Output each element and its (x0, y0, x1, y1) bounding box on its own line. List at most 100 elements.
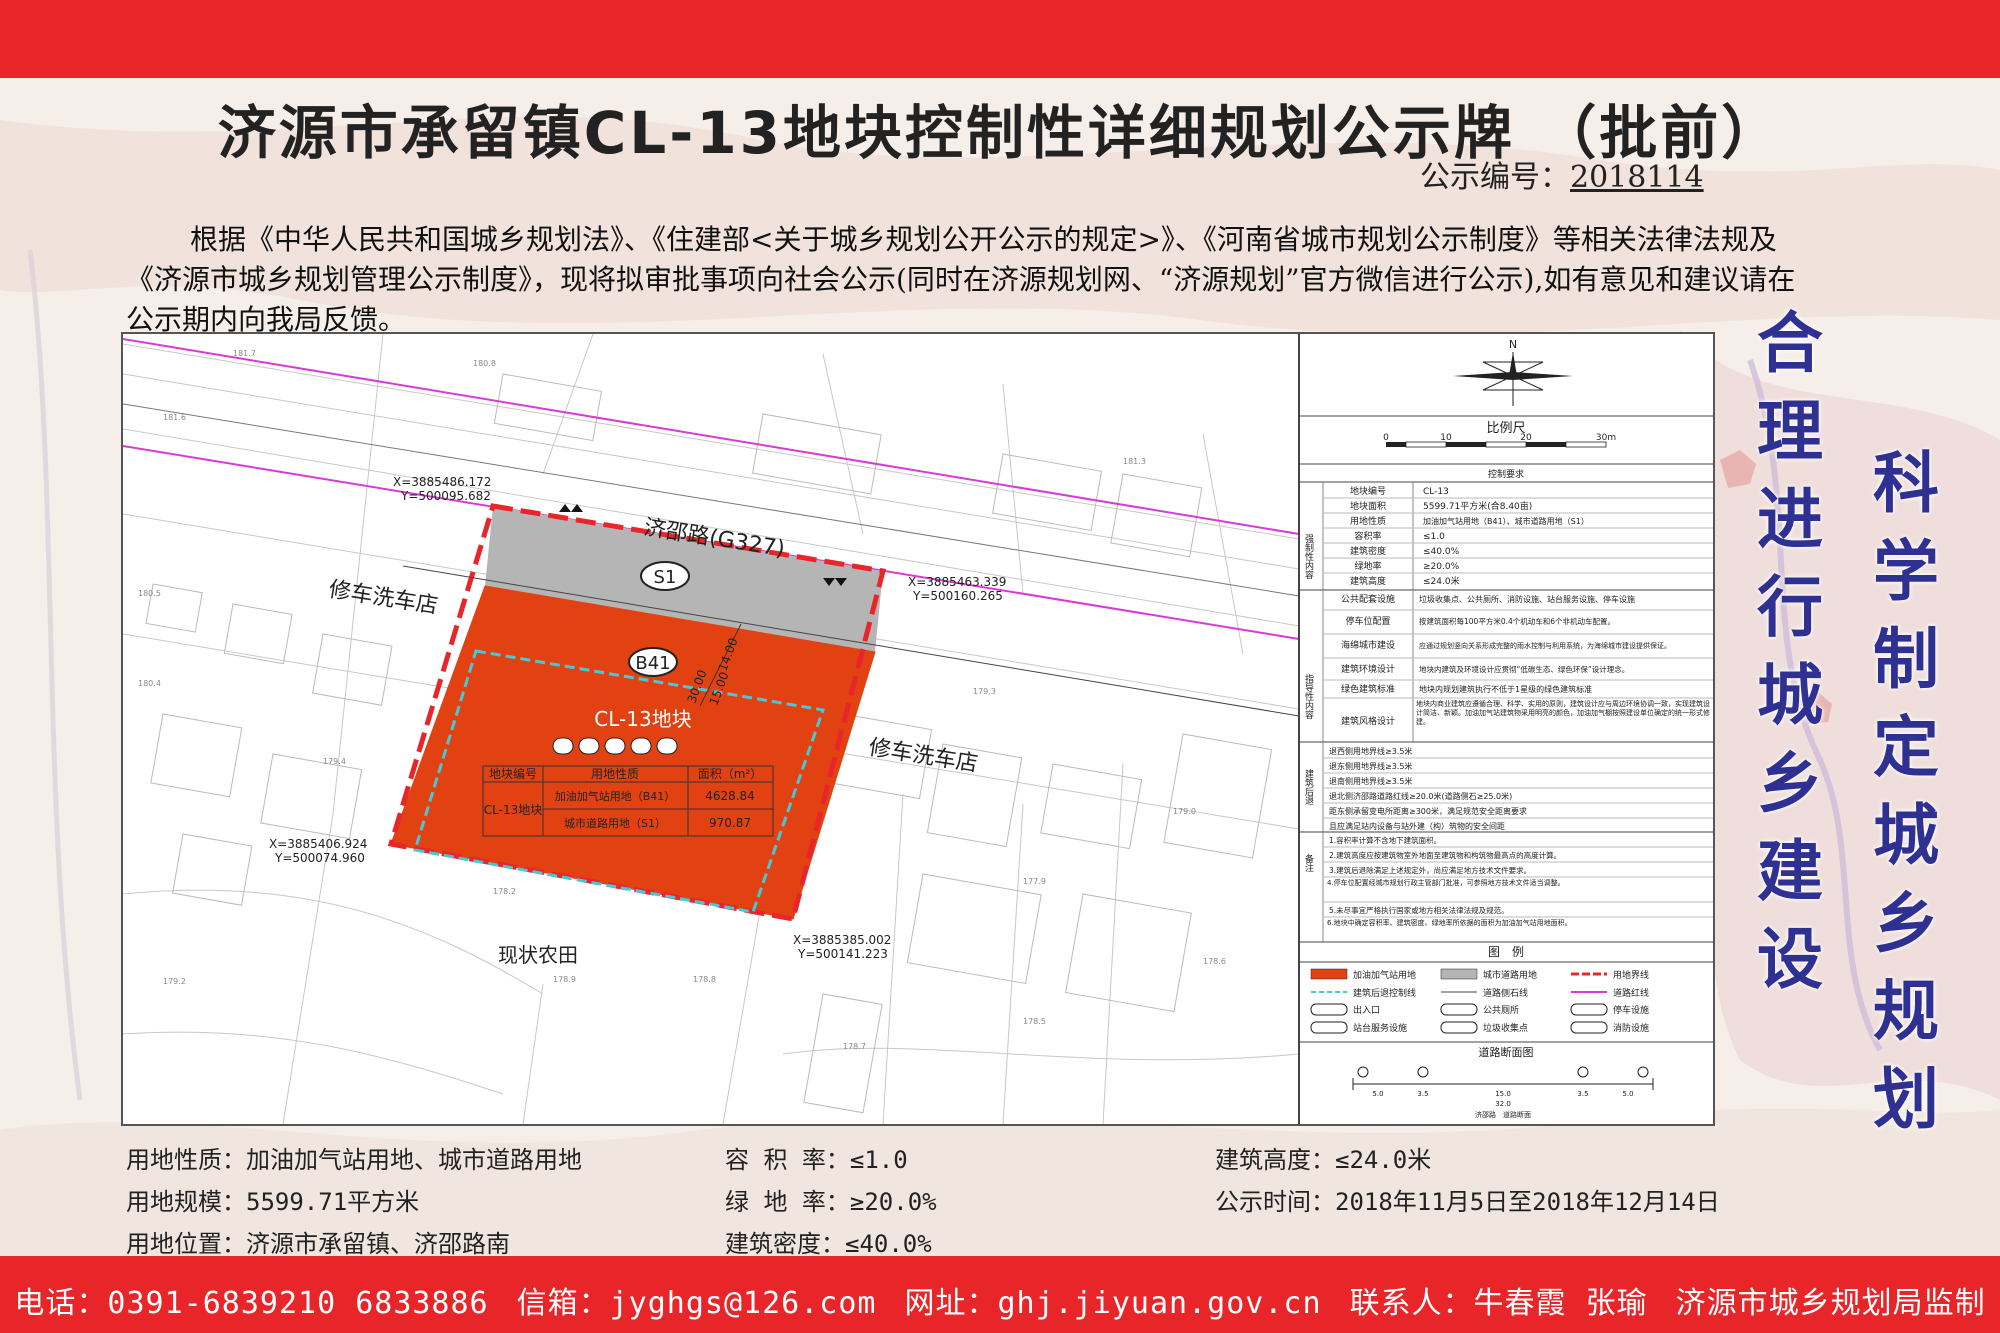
garbage-icon (630, 737, 652, 755)
elev-13: 179.0 (1173, 807, 1196, 816)
mini-table-row2-use: 城市道路用地（S1） (564, 816, 666, 830)
guide-row: 建筑环境设计 地块内建筑及环境设计应贯彻“低碳生态、绿色环保”设计理念。 (1341, 663, 1629, 675)
note-row: 6.地块中确定容积率、建筑密度、绿地率所依据的面积为加油加气站用地面积。 (1327, 919, 1572, 927)
entrance-icon (1310, 1003, 1348, 1016)
section-total: 32.0 (1495, 1100, 1511, 1108)
control-value: ≤24.0米 (1423, 575, 1460, 587)
footer-email[interactable]: 信箱：jyghgs@126.com (517, 1286, 877, 1321)
note-row: 5.未尽事宜严格执行国家或地方相关法律法规及规范。 (1329, 905, 1509, 915)
block-name-label: CL-13地块 (594, 707, 691, 731)
section-dim: 15.0 (1495, 1090, 1511, 1098)
control-key: 建筑高度 (1350, 575, 1386, 587)
farmland-label: 现状农田 (498, 943, 578, 967)
slogan-char: 城 (1873, 797, 1939, 874)
fire-legend-icon (1570, 1021, 1608, 1034)
slogan-char: 城 (1757, 657, 1823, 734)
tree-icon (1417, 1066, 1429, 1078)
tree-icon (1637, 1066, 1649, 1078)
footer-website[interactable]: 网址：ghj.jiyuan.gov.cn (905, 1286, 1322, 1321)
slogan-char: 学 (1873, 533, 1939, 610)
control-table: 强制性内容 地块编号 CL-13 地块面积 5599.71平方米(合8.40亩) 用… (1299, 482, 1713, 943)
control-row: 地块编号 CL-13 (1350, 485, 1449, 497)
legend-item: 建筑后退控制线 (1353, 987, 1416, 999)
setback-row: 退西侧用地界线≥3.5米 (1329, 746, 1412, 756)
slogan-char: 建 (1757, 833, 1823, 910)
notice-number-label: 公示编号： (1420, 160, 1570, 195)
guide-value: 应通过规划竖向关系形成完整的雨水控制与利用系统，为海绵城市建设提供保证。 (1419, 641, 1671, 650)
footer-contact-person: 联系人：牛春霞 张瑜 (1349, 1286, 1648, 1321)
control-row: 用地性质 加油加气站用地（B41）、城市道路用地（S1） (1350, 515, 1589, 527)
guide-key: 停车位配置 (1345, 615, 1390, 627)
slogan-char: 制 (1873, 621, 1939, 698)
group-guide: 指导性内容 (1303, 673, 1314, 720)
section-caption: 济邵路 道路断面 (1475, 1110, 1531, 1119)
control-row: 地块面积 5599.71平方米(合8.40亩) (1350, 500, 1532, 512)
control-row: 绿地率 ≥20.0% (1354, 560, 1459, 572)
slogan-char: 乡 (1873, 885, 1939, 962)
slogan-char: 行 (1757, 569, 1823, 646)
legend-item: 用地界线 (1613, 969, 1649, 981)
top-red-banner (0, 0, 2000, 78)
tree-icon (1577, 1066, 1589, 1078)
elev-4: 179.4 (323, 757, 346, 766)
control-value: 5599.71平方米(合8.40亩) (1423, 500, 1532, 512)
parking-legend-icon (1570, 1003, 1608, 1016)
info-land-use: 用地性质：加油加气站用地、城市道路用地 (126, 1146, 582, 1174)
legend-item: 消防设施 (1613, 1022, 1649, 1034)
guide-row: 绿色建筑标准 地块内规划建筑执行不低于1星级的绿色建筑标准 (1341, 683, 1592, 695)
legend-item: 城市道路用地 (1483, 969, 1537, 981)
guide-key: 建筑风格设计 (1341, 715, 1395, 727)
slogan-char: 理 (1757, 393, 1823, 470)
refuel-facility-icon (552, 737, 574, 755)
info-density: 建筑密度：≤40.0% (725, 1230, 932, 1258)
legend-item: 出入口 (1353, 1004, 1380, 1016)
slogan-char: 定 (1873, 709, 1939, 786)
scale-tick-20: 20 (1520, 433, 1532, 443)
slogan-char: 科 (1873, 445, 1939, 522)
mini-table-header-area: 面积（m²） (698, 767, 763, 781)
guide-key: 建筑环境设计 (1341, 663, 1395, 675)
elev-11: 177.9 (1023, 877, 1046, 886)
control-row: 建筑高度 ≤24.0米 (1350, 575, 1460, 587)
info-land-area: 用地规模：5599.71平方米 (126, 1188, 420, 1216)
coord-se-y: Y=500141.223 (797, 947, 888, 961)
coord-sw-x: X=3885406.924 (269, 837, 367, 851)
notice-number: 公示编号：2018114 (1420, 152, 1704, 196)
coord-ne-y: Y=500160.265 (912, 589, 1003, 603)
section-dim: 5.0 (1622, 1090, 1633, 1098)
elev-10: 178.2 (493, 887, 516, 896)
coord-ne-x: X=3885463.339 (908, 575, 1006, 589)
section-dim: 5.0 (1372, 1090, 1383, 1098)
legend-item: 公共厕所 (1483, 1005, 1519, 1016)
elev-3: 180.4 (138, 679, 161, 688)
setback-row: 退南侧用地界线≥3.5米 (1329, 776, 1412, 786)
elev-1: 181.6 (163, 413, 186, 422)
group-setback: 建筑后退 (1303, 768, 1314, 805)
plan-drawing: 14.00 30.00 15.00 济邵路(G327) S1 B41 CL-13… (123, 334, 1713, 1124)
control-row: 建筑密度 ≤40.0% (1350, 545, 1460, 557)
elev-2: 180.5 (138, 589, 161, 598)
elev-12: 179.3 (973, 687, 996, 696)
footer-phone: 电话：0391-6839210 6833886 (14, 1286, 489, 1321)
guide-value: 地块内商业建筑应遵循合理、科学、实用的原则，建筑设计应与周边环境协调一致，实现建… (1416, 700, 1710, 726)
slogan-char: 进 (1757, 481, 1823, 558)
coord-se-x: X=3885385.002 (793, 933, 891, 947)
north-label: N (1509, 338, 1517, 351)
elev-16: 181.3 (1123, 457, 1146, 466)
guide-key: 公共配套设施 (1341, 593, 1395, 605)
control-key: 地块面积 (1350, 500, 1386, 512)
guide-row: 海绵城市建设 应通过规划竖向关系形成完整的雨水控制与利用系统，为海绵城市建设提供保… (1341, 639, 1671, 651)
info-location: 用地位置：济源市承留镇、济邵路南 (126, 1230, 510, 1258)
road-section-diagram: 5.0 3.5 15.0 3.5 5.0 32.0 济邵路 道路断面 (1352, 1066, 1654, 1119)
elev-14: 178.6 (1203, 957, 1226, 966)
section-dim: 3.5 (1577, 1090, 1588, 1098)
guide-key: 海绵城市建设 (1341, 639, 1395, 651)
mini-table-header-id: 地块编号 (489, 766, 537, 781)
elev-5: 179.2 (163, 977, 186, 986)
control-value: ≥20.0% (1423, 562, 1460, 572)
coord-nw-y: Y=500095.682 (400, 489, 491, 503)
elev-8: 178.7 (843, 1042, 866, 1051)
site-map: 14.00 30.00 15.00 济邵路(G327) S1 B41 CL-13… (123, 334, 1299, 1124)
mini-table-row1-use: 加油加气站用地（B41） (555, 789, 676, 803)
elev-0: 181.7 (233, 349, 256, 358)
